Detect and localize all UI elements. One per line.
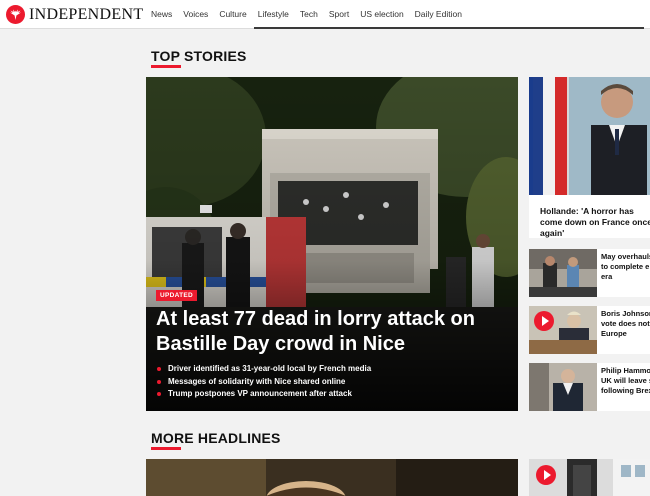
hero-story[interactable]: UPDATED At least 77 dead in lorry attack… [146, 77, 518, 411]
brand-name: INDEPENDENT [29, 6, 144, 23]
nav-item-news[interactable]: News [151, 9, 172, 20]
side-story-thumb [529, 249, 597, 297]
related-link-text: Trump postpones VP announcement after at… [168, 389, 352, 398]
headline-line: Philip Hammo [601, 366, 650, 375]
side-story-image [529, 77, 650, 195]
side-story-main[interactable]: Hollande: 'A horror has come down on Fra… [529, 77, 650, 238]
headline-line: vote does not [601, 319, 650, 328]
hero-related-links: Driver identified as 31-year-old local b… [156, 363, 371, 401]
nav-item-sport[interactable]: Sport [329, 9, 349, 20]
headline-line: May overhauls [601, 252, 650, 261]
side-story-headline: May overhauls to complete e era [601, 252, 650, 282]
nav-item-daily-edition[interactable]: Daily Edition [415, 9, 462, 20]
section-title-text: MORE HEADLINES [151, 430, 281, 446]
nav-item-lifestyle[interactable]: Lifestyle [258, 9, 289, 20]
side-story-thumb [529, 363, 597, 411]
side-story-item[interactable]: Philip Hammo UK will leave s following B… [529, 363, 650, 411]
bullet-dot-icon [157, 392, 161, 396]
section-accent-bar [151, 447, 181, 450]
section-title-text: TOP STORIES [151, 48, 247, 64]
hero-headline[interactable]: At least 77 dead in lorry attack on Bast… [156, 307, 511, 357]
side-story-headline[interactable]: Hollande: 'A horror has come down on Fra… [540, 206, 650, 238]
bullet-dot-icon [157, 367, 161, 371]
side-story-item[interactable]: May overhauls to complete e era [529, 249, 650, 297]
more-headline-story[interactable] [146, 459, 518, 496]
bullet-dot-icon [157, 379, 161, 384]
headline-line: era [601, 272, 613, 281]
side-story-item[interactable]: Boris Johnson vote does not Europe [529, 306, 650, 354]
side-story-headline: Boris Johnson vote does not Europe [601, 309, 650, 339]
hero-related-link[interactable]: Driver identified as 31-year-old local b… [156, 363, 371, 376]
headline-line: UK will leave s [601, 376, 650, 385]
more-headline-image [146, 459, 518, 496]
headline-line: following Brex [601, 386, 650, 395]
nav-item-voices[interactable]: Voices [183, 9, 208, 20]
nav-item-tech[interactable]: Tech [300, 9, 318, 20]
updated-badge: UPDATED [156, 290, 198, 301]
headline-line: Boris Johnson [601, 309, 650, 318]
side-story-thumb [529, 306, 597, 354]
nav-item-us-election[interactable]: US election [360, 9, 403, 20]
site-header: INDEPENDENT News Voices Culture Lifestyl… [0, 0, 650, 29]
hero-related-link[interactable]: Messages of solidarity with Nice shared … [156, 376, 371, 389]
hero-related-link[interactable]: Trump postpones VP announcement after at… [156, 388, 371, 401]
nav-divider [254, 27, 644, 29]
section-title-top-stories: TOP STORIES [151, 48, 247, 68]
related-link-text: Driver identified as 31-year-old local b… [168, 364, 372, 373]
related-link-text: Messages of solidarity with Nice shared … [168, 376, 346, 386]
eagle-icon [6, 5, 25, 24]
section-accent-bar [151, 65, 181, 68]
nav-item-culture[interactable]: Culture [219, 9, 246, 20]
section-title-more-headlines: MORE HEADLINES [151, 430, 281, 450]
more-headline-side[interactable] [529, 459, 650, 496]
hero-image [146, 77, 518, 411]
site-logo[interactable]: INDEPENDENT [6, 5, 143, 24]
headline-line: to complete e [601, 262, 650, 271]
play-video-icon[interactable] [534, 311, 554, 331]
side-story-headline: Philip Hammo UK will leave s following B… [601, 366, 650, 396]
play-video-icon[interactable] [536, 465, 556, 485]
main-nav: News Voices Culture Lifestyle Tech Sport… [151, 9, 473, 20]
headline-line: Europe [601, 329, 627, 338]
